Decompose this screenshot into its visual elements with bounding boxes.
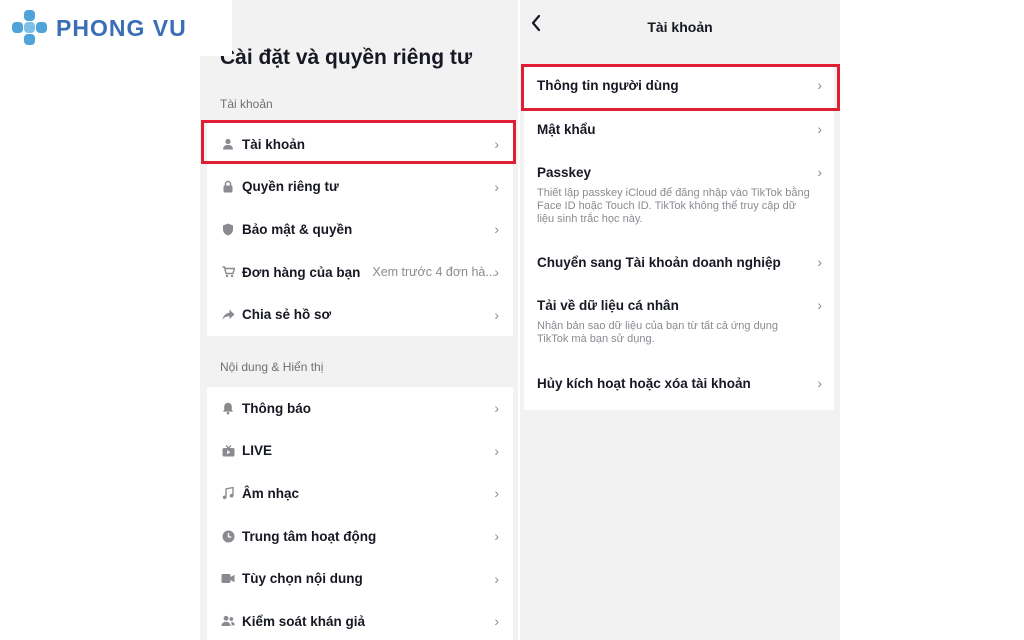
- settings-item-notifications[interactable]: Thông báo ›: [207, 387, 513, 430]
- settings-item-content-preferences[interactable]: Tùy chọn nội dung ›: [207, 557, 513, 600]
- chevron-right-icon: ›: [817, 121, 822, 137]
- chevron-right-icon: ›: [817, 375, 822, 391]
- settings-item-label: Bảo mật & quyền: [242, 221, 353, 237]
- phong-vu-logo-icon: [12, 10, 48, 46]
- settings-item-privacy[interactable]: Quyền riêng tư ›: [207, 166, 513, 209]
- orders-preview-text: Xem trước 4 đơn hà...: [372, 265, 496, 280]
- video-camera-icon: [221, 572, 235, 586]
- account-options-list: Thông tin người dùng › Mật khẩu › Passke…: [524, 64, 834, 410]
- settings-item-label: Trung tâm hoạt động: [242, 528, 377, 544]
- account-item-label: Mật khẩu: [537, 122, 596, 137]
- bell-icon: [221, 401, 235, 415]
- chevron-right-icon: ›: [817, 297, 822, 313]
- chevron-right-icon: ›: [494, 264, 499, 281]
- account-item-download-data[interactable]: Tải về dữ liệu cá nhân Nhận bản sao dữ l…: [524, 286, 834, 364]
- highlight-box-account: [201, 120, 516, 164]
- passkey-description: Thiết lập passkey iCloud để đăng nhập và…: [537, 187, 810, 225]
- music-note-icon: [221, 486, 235, 500]
- page-title: Cài đặt và quyền riêng tư: [220, 46, 473, 69]
- screenshot-stage: PHONG VU Cài đặt và quyền riêng tư Tài k…: [0, 0, 1024, 640]
- settings-item-music[interactable]: Âm nhạc ›: [207, 472, 513, 515]
- settings-item-activity-center[interactable]: Trung tâm hoạt động ›: [207, 515, 513, 558]
- section-label-account: Tài khoản: [220, 97, 273, 111]
- account-item-label: Passkey: [537, 165, 592, 180]
- tv-icon: [221, 444, 235, 458]
- chevron-right-icon: ›: [817, 164, 822, 180]
- content-display-group: Thông báo › LIVE › Âm nhạc › Trung tâm h…: [207, 387, 513, 640]
- chevron-right-icon: ›: [494, 570, 499, 587]
- settings-item-security[interactable]: Bảo mật & quyền ›: [207, 208, 513, 251]
- account-item-password[interactable]: Mật khẩu ›: [524, 108, 834, 151]
- settings-item-live[interactable]: LIVE ›: [207, 430, 513, 473]
- phong-vu-watermark: PHONG VU: [0, 0, 232, 56]
- share-arrow-icon: [221, 308, 235, 322]
- section-label-content-display: Nội dung & Hiển thị: [220, 360, 324, 374]
- settings-item-label: Đơn hàng của bạn: [242, 264, 361, 280]
- chevron-right-icon: ›: [817, 254, 822, 270]
- account-item-switch-business[interactable]: Chuyển sang Tài khoản doanh nghiệp ›: [524, 243, 834, 286]
- account-item-deactivate-delete[interactable]: Hủy kích hoạt hoặc xóa tài khoản ›: [524, 364, 834, 406]
- navigation-bar: Tài khoản: [520, 0, 840, 56]
- settings-item-label: Chia sẻ hồ sơ: [242, 307, 332, 323]
- settings-item-label: Kiểm soát khán giả: [242, 613, 366, 629]
- clock-icon: [221, 529, 235, 543]
- settings-item-label: Âm nhạc: [242, 485, 300, 501]
- settings-item-orders[interactable]: Đơn hàng của bạn Xem trước 4 đơn hà... ›: [207, 251, 513, 294]
- chevron-right-icon: ›: [494, 400, 499, 417]
- settings-item-audience-controls[interactable]: Kiểm soát khán giả ›: [207, 600, 513, 640]
- account-item-label: Hủy kích hoạt hoặc xóa tài khoản: [537, 376, 751, 391]
- people-icon: [221, 614, 235, 628]
- settings-privacy-screen: Cài đặt và quyền riêng tư Tài khoản Tài …: [200, 0, 518, 640]
- download-data-description: Nhận bản sao dữ liệu của bạn từ tất cả ứ…: [537, 320, 779, 345]
- chevron-right-icon: ›: [494, 178, 499, 195]
- settings-item-label: Tùy chọn nội dung: [242, 571, 363, 587]
- watermark-text: PHONG VU: [56, 14, 187, 41]
- chevron-right-icon: ›: [494, 485, 499, 502]
- settings-item-label: LIVE: [242, 443, 273, 459]
- lock-icon: [221, 180, 235, 194]
- cart-icon: [221, 265, 235, 279]
- shield-icon: [221, 222, 235, 236]
- settings-item-share-profile[interactable]: Chia sẻ hồ sơ ›: [207, 293, 513, 336]
- highlight-box-user-info: [521, 64, 840, 111]
- account-item-passkey[interactable]: Passkey Thiết lập passkey iCloud để đăng…: [524, 151, 834, 243]
- chevron-right-icon: ›: [494, 528, 499, 545]
- page-title: Tài khoản: [647, 19, 713, 35]
- settings-item-label: Thông báo: [242, 400, 311, 416]
- chevron-right-icon: ›: [494, 613, 499, 630]
- chevron-right-icon: ›: [494, 442, 499, 459]
- chevron-right-icon: ›: [494, 221, 499, 238]
- account-item-label: Tải về dữ liệu cá nhân: [537, 298, 679, 313]
- settings-item-label: Quyền riêng tư: [242, 179, 339, 195]
- account-item-label: Chuyển sang Tài khoản doanh nghiệp: [537, 255, 781, 270]
- chevron-right-icon: ›: [494, 306, 499, 323]
